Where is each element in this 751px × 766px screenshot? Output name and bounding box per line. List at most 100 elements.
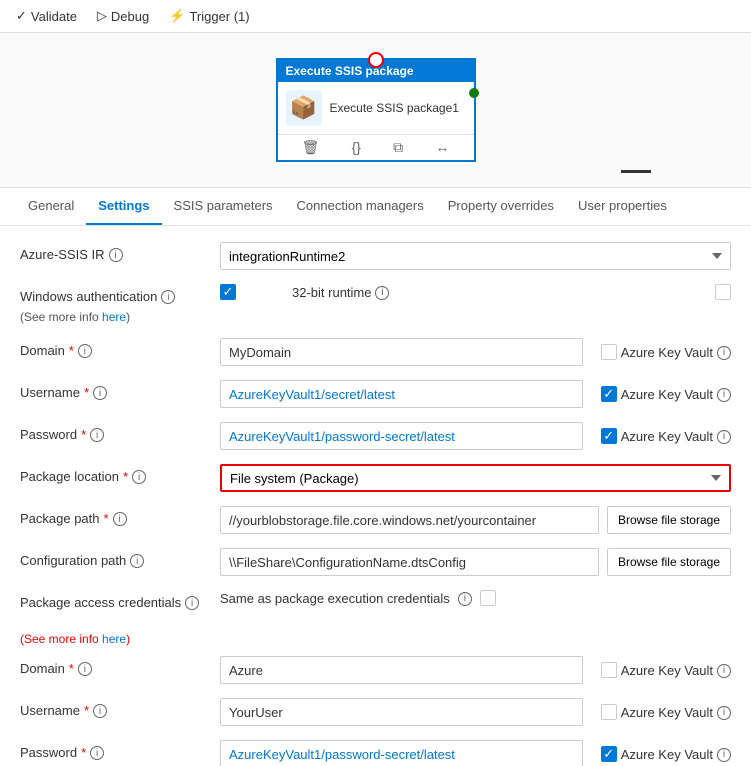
package-path-browse-button[interactable]: Browse file storage	[607, 506, 731, 534]
username2-row: Username * i Azure Key Vault i	[20, 698, 731, 726]
username2-info-icon[interactable]: i	[93, 704, 107, 718]
pipeline-node[interactable]: Execute SSIS package 📦 Execute SSIS pack…	[276, 58, 476, 162]
debug-button[interactable]: ▷ Debug	[97, 8, 149, 24]
runtime-checkbox[interactable]	[715, 284, 731, 300]
config-path-label: Configuration path i	[20, 548, 220, 568]
package-access-label: Package access credentials i	[20, 590, 220, 610]
domain-info-icon[interactable]: i	[78, 344, 92, 358]
password2-info-icon[interactable]: i	[90, 746, 104, 760]
domain2-info-icon[interactable]: i	[78, 662, 92, 676]
username2-input[interactable]	[220, 698, 583, 726]
config-path-input[interactable]	[220, 548, 599, 576]
package-path-label: Package path * i	[20, 506, 220, 526]
node-green-dot	[469, 88, 479, 98]
node-body: 📦 Execute SSIS package1	[278, 82, 474, 134]
username2-label: Username * i	[20, 698, 220, 718]
domain-azure-kv-checkbox[interactable]	[601, 344, 617, 360]
username-azure-kv-checkbox[interactable]: ✓	[601, 386, 617, 402]
username2-azure-kv-checkbox[interactable]	[601, 704, 617, 720]
domain2-azure-kv-info-icon[interactable]: i	[717, 664, 731, 678]
package-location-select[interactable]: File system (Package)	[220, 464, 731, 492]
password-control: ✓ Azure Key Vault i	[220, 422, 731, 450]
windows-auth-link[interactable]: here	[102, 310, 126, 324]
domain2-row: Domain * i Azure Key Vault i	[20, 656, 731, 684]
debug-icon: ▷	[97, 8, 107, 24]
validate-icon: ✓	[16, 8, 27, 24]
domain2-control: Azure Key Vault i	[220, 656, 731, 684]
trigger-button[interactable]: ⚡ Trigger (1)	[169, 8, 249, 24]
username-label: Username * i	[20, 380, 220, 400]
arrow-icon[interactable]: ↔	[435, 139, 449, 156]
package-access-val-info-icon[interactable]: i	[458, 592, 472, 606]
windows-auth-checkbox[interactable]: ✓	[220, 284, 236, 300]
package-location-control: File system (Package)	[220, 464, 731, 492]
password2-azure-kv-info-icon[interactable]: i	[717, 748, 731, 762]
node-circle-top	[368, 52, 384, 68]
runtime-label: 32-bit runtime i	[292, 285, 389, 300]
password-azure-kv-checkbox[interactable]: ✓	[601, 428, 617, 444]
package-location-row: Package location * i File system (Packag…	[20, 464, 731, 492]
tabs: General Settings SSIS parameters Connect…	[0, 188, 751, 226]
package-location-info-icon[interactable]: i	[132, 470, 146, 484]
password-input[interactable]	[220, 422, 583, 450]
windows-auth-sub-label: (See more info here)	[20, 308, 130, 324]
canvas-line	[621, 170, 651, 173]
password-azure-kv-info-icon[interactable]: i	[717, 430, 731, 444]
delete-icon[interactable]: 🗑	[302, 139, 320, 156]
package-path-input[interactable]	[220, 506, 599, 534]
username-info-icon[interactable]: i	[93, 386, 107, 400]
tab-connection-managers[interactable]: Connection managers	[285, 188, 436, 225]
config-path-browse-button[interactable]: Browse file storage	[607, 548, 731, 576]
runtime-info-icon[interactable]: i	[375, 286, 389, 300]
domain2-azure-kv: Azure Key Vault i	[601, 662, 731, 678]
see-more-note: (See more info here)	[20, 632, 731, 646]
package-path-control: Browse file storage	[220, 506, 731, 534]
username2-azure-kv: Azure Key Vault i	[601, 704, 731, 720]
node-icon: 📦	[286, 90, 322, 126]
config-path-control: Browse file storage	[220, 548, 731, 576]
package-access-row: Package access credentials i Same as pac…	[20, 590, 731, 618]
domain-control: Azure Key Vault i	[220, 338, 731, 366]
validate-button[interactable]: ✓ Validate	[16, 8, 77, 24]
azure-ssis-ir-select[interactable]: integrationRuntime2	[220, 242, 731, 270]
windows-auth-control: ✓ 32-bit runtime i	[220, 284, 731, 300]
password2-azure-kv-checkbox[interactable]: ✓	[601, 746, 617, 762]
tab-property-overrides[interactable]: Property overrides	[436, 188, 566, 225]
code-icon[interactable]: {}	[352, 139, 361, 156]
package-path-row: Package path * i Browse file storage	[20, 506, 731, 534]
tab-settings[interactable]: Settings	[86, 188, 161, 225]
azure-ssis-ir-select-wrapper: integrationRuntime2	[220, 242, 731, 270]
domain2-label: Domain * i	[20, 656, 220, 676]
node-footer: 🗑 {} ⧉ ↔	[278, 134, 474, 160]
password2-input[interactable]	[220, 740, 583, 766]
toolbar: ✓ Validate ▷ Debug ⚡ Trigger (1)	[0, 0, 751, 33]
username-azure-kv-info-icon[interactable]: i	[717, 388, 731, 402]
domain2-azure-kv-checkbox[interactable]	[601, 662, 617, 678]
username-input[interactable]	[220, 380, 583, 408]
password2-row: Password * i ✓ Azure Key Vault i	[20, 740, 731, 766]
domain-label: Domain * i	[20, 338, 220, 358]
node-label: Execute SSIS package1	[330, 101, 459, 115]
windows-auth-info-icon[interactable]: i	[161, 290, 175, 304]
username2-azure-kv-info-icon[interactable]: i	[717, 706, 731, 720]
package-access-checkbox[interactable]	[480, 590, 496, 606]
password-azure-kv: ✓ Azure Key Vault i	[601, 428, 731, 444]
password2-label: Password * i	[20, 740, 220, 760]
azure-ssis-ir-control: integrationRuntime2	[220, 242, 731, 270]
tab-user-properties[interactable]: User properties	[566, 188, 679, 225]
password-info-icon[interactable]: i	[90, 428, 104, 442]
package-location-label: Package location * i	[20, 464, 220, 484]
package-access-info-icon[interactable]: i	[185, 596, 199, 610]
tab-general[interactable]: General	[16, 188, 86, 225]
see-more-link[interactable]: here	[102, 632, 126, 646]
tab-ssis-parameters[interactable]: SSIS parameters	[162, 188, 285, 225]
package-path-info-icon[interactable]: i	[113, 512, 127, 526]
domain-input[interactable]	[220, 338, 583, 366]
username2-control: Azure Key Vault i	[220, 698, 731, 726]
domain2-input[interactable]	[220, 656, 583, 684]
config-path-info-icon[interactable]: i	[130, 554, 144, 568]
copy-icon[interactable]: ⧉	[393, 139, 403, 156]
password2-azure-kv: ✓ Azure Key Vault i	[601, 746, 731, 762]
domain-azure-kv-info-icon[interactable]: i	[717, 346, 731, 360]
azure-ssis-ir-info-icon[interactable]: i	[109, 248, 123, 262]
